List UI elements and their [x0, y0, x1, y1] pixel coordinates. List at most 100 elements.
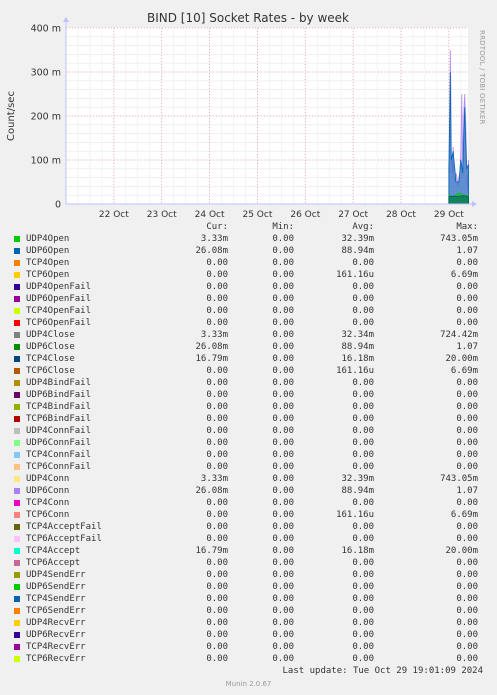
legend-swatch [14, 476, 20, 482]
legend-min: 0.00 [272, 426, 294, 436]
legend-max: 0.00 [456, 618, 478, 628]
legend-swatch [14, 656, 20, 662]
legend-min: 0.00 [272, 378, 294, 388]
legend-min: 0.00 [272, 438, 294, 448]
legend-max: 6.69m [450, 270, 478, 280]
legend-min: 0.00 [272, 642, 294, 652]
legend-row: UDP6RecvErr 0.00 0.00 0.00 0.00 [0, 630, 497, 642]
y-axis-arrow [63, 17, 69, 22]
legend-avg: 0.00 [352, 426, 374, 436]
legend-min: 0.00 [272, 606, 294, 616]
legend-max: 0.00 [456, 522, 478, 532]
legend-avg: 88.94m [341, 342, 374, 352]
legend-row: UDP4SendErr 0.00 0.00 0.00 0.00 [0, 570, 497, 582]
x-axis-arrow [472, 201, 477, 207]
legend-name: UDP4OpenFail [26, 282, 92, 292]
legend-min: 0.00 [272, 390, 294, 400]
legend-min: 0.00 [272, 306, 294, 316]
legend-avg: 0.00 [352, 522, 374, 532]
legend-avg: 161.16u [336, 270, 374, 280]
legend-avg: 32.39m [341, 474, 374, 484]
legend-cur: 0.00 [206, 390, 228, 400]
legend-cur: 0.00 [206, 570, 228, 580]
legend-swatch [14, 368, 20, 374]
legend-min: 0.00 [272, 282, 294, 292]
legend-min: 0.00 [272, 318, 294, 328]
legend-name: TCP6Close [26, 366, 75, 376]
legend-row: TCP6OpenFail 0.00 0.00 0.00 0.00 [0, 318, 497, 330]
legend-name: UDP4Conn [26, 474, 70, 484]
x-tick-label: 23 Oct [147, 210, 177, 220]
legend-name: UDP6RecvErr [26, 630, 86, 640]
legend-row: TCP4Conn 0.00 0.00 0.00 0.00 [0, 498, 497, 510]
legend-cur: 26.08m [195, 342, 228, 352]
legend-min: 0.00 [272, 582, 294, 592]
grid [66, 27, 468, 205]
y-tick-label: 100 m [31, 156, 61, 167]
legend-cur: 0.00 [206, 654, 228, 664]
legend-avg: 32.39m [341, 234, 374, 244]
legend-cur: 0.00 [206, 582, 228, 592]
legend-swatch [14, 332, 20, 338]
legend-name: UDP6Close [26, 342, 75, 352]
legend-min: 0.00 [272, 258, 294, 268]
legend-avg: 88.94m [341, 486, 374, 496]
legend-max: 1.07 [456, 246, 478, 256]
legend-cur: 26.08m [195, 486, 228, 496]
legend-row: TCP4AcceptFail 0.00 0.00 0.00 0.00 [0, 522, 497, 534]
legend-cur: 0.00 [206, 378, 228, 388]
legend-max: 0.00 [456, 378, 478, 388]
legend-max: 20.00m [445, 546, 478, 556]
legend-name: TCP6Open [26, 270, 70, 280]
legend-min: 0.00 [272, 510, 294, 520]
legend-row: UDP4Open 3.33m 0.00 32.39m 743.05m [0, 234, 497, 246]
legend-row: UDP4ConnFail 0.00 0.00 0.00 0.00 [0, 426, 497, 438]
legend-cur: 0.00 [206, 438, 228, 448]
legend-cur: 0.00 [206, 282, 228, 292]
legend-cur: 0.00 [206, 606, 228, 616]
legend-max: 1.07 [456, 342, 478, 352]
legend-max: 0.00 [456, 294, 478, 304]
legend-avg: 32.34m [341, 330, 374, 340]
legend-max: 6.69m [450, 366, 478, 376]
legend-row: UDP6Close 26.08m 0.00 88.94m 1.07 [0, 342, 497, 354]
legend-swatch [14, 284, 20, 290]
legend-avg: 16.18m [341, 354, 374, 364]
legend-swatch [14, 584, 20, 590]
legend-name: TCP4Accept [26, 546, 81, 556]
legend-avg: 0.00 [352, 294, 374, 304]
legend-swatch [14, 320, 20, 326]
legend-row: TCP4Open 0.00 0.00 0.00 0.00 [0, 258, 497, 270]
legend-min: 0.00 [272, 450, 294, 460]
legend-avg: 0.00 [352, 594, 374, 604]
legend-name: TCP6Accept [26, 558, 81, 568]
legend-cur: 0.00 [206, 258, 228, 268]
legend-name: TCP6RecvErr [26, 654, 86, 664]
legend-swatch [14, 524, 20, 530]
legend-swatch [14, 236, 20, 242]
legend-avg: 88.94m [341, 246, 374, 256]
legend-min: 0.00 [272, 558, 294, 568]
legend-min: 0.00 [272, 498, 294, 508]
x-tick-label: 25 Oct [242, 210, 272, 220]
legend-cur: 0.00 [206, 642, 228, 652]
legend-max: 0.00 [456, 630, 478, 640]
x-tick-label: 22 Oct [99, 210, 129, 220]
legend-name: TCP4Conn [26, 498, 70, 508]
legend-min: 0.00 [272, 462, 294, 472]
legend-header: Max: [456, 222, 478, 232]
legend-avg: 0.00 [352, 642, 374, 652]
legend-row: TCP6Accept 0.00 0.00 0.00 0.00 [0, 558, 497, 570]
legend-swatch [14, 572, 20, 578]
legend-swatch [14, 248, 20, 254]
legend-cur: 16.79m [195, 354, 228, 364]
legend-row: TCP6Close 0.00 0.00 161.16u 6.69m [0, 366, 497, 378]
legend-max: 743.05m [440, 234, 478, 244]
y-tick-label: 0 [55, 200, 61, 211]
chart-title: BIND [10] Socket Rates - by week [147, 11, 349, 25]
y-tick-label: 400 m [31, 24, 61, 35]
legend-avg: 0.00 [352, 498, 374, 508]
legend-swatch [14, 488, 20, 494]
legend-max: 0.00 [456, 426, 478, 436]
legend-min: 0.00 [272, 618, 294, 628]
